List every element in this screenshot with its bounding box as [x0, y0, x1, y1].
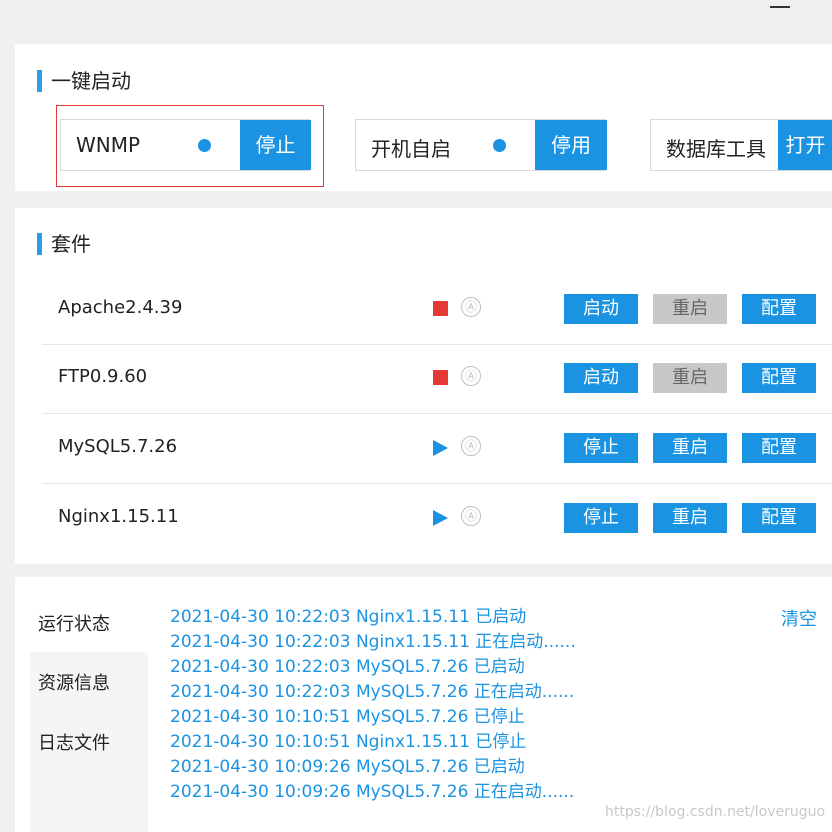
quick-start-title: 一键启动	[37, 69, 131, 93]
log-line: 2021-04-30 10:22:03 Nginx1.15.11 已启动	[170, 607, 527, 627]
auto-start-icon[interactable]: Ⓐ	[461, 297, 481, 317]
autostart-label: 开机自启	[371, 137, 451, 161]
auto-start-icon[interactable]: Ⓐ	[461, 366, 481, 386]
log-line: 2021-04-30 10:22:03 Nginx1.15.11 正在启动...…	[170, 632, 576, 652]
wnmp-label: WNMP	[76, 133, 141, 157]
config-button[interactable]: 配置	[742, 294, 816, 324]
auto-start-icon[interactable]: Ⓐ	[461, 506, 481, 526]
stopped-status-icon	[433, 370, 448, 385]
db-tool-group: 数据库工具 打开	[650, 119, 832, 171]
clear-log-link[interactable]: 清空	[781, 605, 817, 631]
db-tool-label: 数据库工具	[666, 137, 766, 161]
service-row-nginx: Nginx1.15.11 Ⓐ 停止 重启 配置	[42, 484, 832, 553]
log-line: 2021-04-30 10:10:51 Nginx1.15.11 已停止	[170, 732, 527, 752]
service-row-apache: Apache2.4.39 Ⓐ 启动 重启 配置	[42, 275, 832, 345]
autostart-disable-button[interactable]: 停用	[535, 120, 607, 170]
auto-start-icon[interactable]: Ⓐ	[461, 436, 481, 456]
log-line: 2021-04-30 10:22:03 MySQL5.7.26 已启动	[170, 657, 525, 677]
tab-run-status[interactable]: 运行状态	[30, 594, 148, 652]
wnmp-stop-button[interactable]: 停止	[240, 120, 311, 170]
config-button[interactable]: 配置	[742, 433, 816, 463]
service-name: Apache2.4.39	[58, 297, 183, 318]
restart-button[interactable]: 重启	[653, 363, 727, 393]
tab-resource-info[interactable]: 资源信息	[38, 669, 110, 695]
tab-log-files[interactable]: 日志文件	[38, 729, 110, 755]
tab-label: 运行状态	[38, 614, 110, 635]
service-row-mysql: MySQL5.7.26 Ⓐ 停止 重启 配置	[42, 414, 832, 484]
window-top-bar	[0, 0, 832, 22]
running-status-icon	[433, 510, 448, 526]
log-line: 2021-04-30 10:09:26 MySQL5.7.26 已启动	[170, 757, 525, 777]
autostart-group: 开机自启 停用	[355, 119, 607, 171]
log-list: 2021-04-30 10:22:03 Nginx1.15.11 已启动 202…	[170, 605, 576, 805]
wnmp-group: WNMP 停止	[60, 119, 311, 171]
service-name: Nginx1.15.11	[58, 506, 179, 527]
stop-button[interactable]: 停止	[564, 433, 638, 463]
start-button[interactable]: 启动	[564, 363, 638, 393]
log-line: 2021-04-30 10:22:03 MySQL5.7.26 正在启动....…	[170, 682, 575, 702]
stop-button[interactable]: 停止	[564, 503, 638, 533]
service-name: FTP0.9.60	[58, 366, 148, 387]
log-tab-bar: 运行状态 资源信息 日志文件	[30, 594, 148, 832]
minimize-icon[interactable]	[770, 0, 790, 8]
log-line: 2021-04-30 10:10:51 MySQL5.7.26 已停止	[170, 707, 525, 727]
restart-button[interactable]: 重启	[653, 294, 727, 324]
service-row-ftp: FTP0.9.60 Ⓐ 启动 重启 配置	[42, 344, 832, 414]
db-tool-open-button[interactable]: 打开	[778, 120, 832, 170]
config-button[interactable]: 配置	[742, 503, 816, 533]
status-dot-icon	[198, 139, 211, 152]
running-status-icon	[433, 440, 448, 456]
log-panel: 运行状态 资源信息 日志文件 2021-04-30 10:22:03 Nginx…	[15, 577, 832, 832]
watermark-text: https://blog.csdn.net/loveruguo	[605, 804, 826, 820]
quick-start-panel: 一键启动 WNMP 停止 开机自启 停用 数据库工具 打开	[15, 44, 832, 191]
restart-button[interactable]: 重启	[653, 503, 727, 533]
suite-title: 套件	[37, 232, 91, 256]
start-button[interactable]: 启动	[564, 294, 638, 324]
restart-button[interactable]: 重启	[653, 433, 727, 463]
suite-panel: 套件 Apache2.4.39 Ⓐ 启动 重启 配置 FTP0.9.60 Ⓐ 启…	[15, 208, 832, 564]
log-line: 2021-04-30 10:09:26 MySQL5.7.26 正在启动....…	[170, 782, 575, 802]
status-dot-icon	[493, 139, 506, 152]
service-name: MySQL5.7.26	[58, 436, 178, 457]
stopped-status-icon	[433, 301, 448, 316]
config-button[interactable]: 配置	[742, 363, 816, 393]
